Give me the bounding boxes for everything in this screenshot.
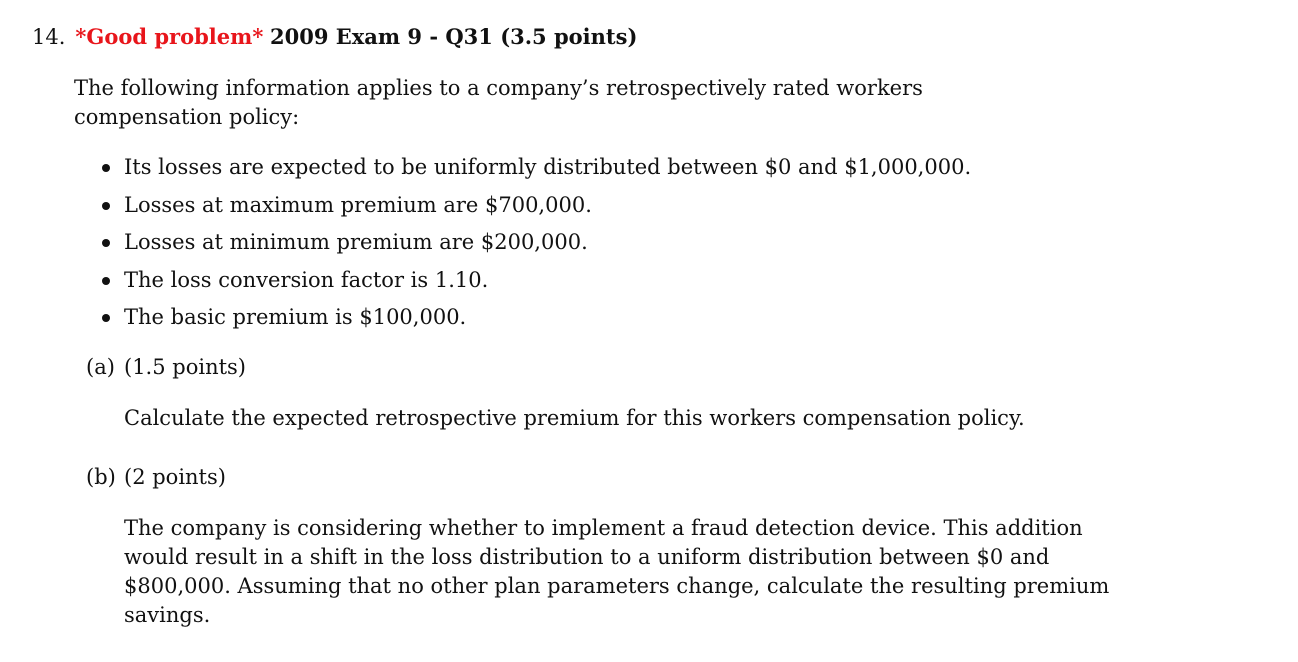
part-a-heading: (a) (1.5 points) bbox=[86, 355, 246, 379]
bullet-icon bbox=[102, 201, 110, 210]
intro-paragraph: The following information applies to a c… bbox=[74, 76, 923, 129]
part-a-letter: (a) bbox=[86, 355, 115, 379]
list-item-text: Its losses are expected to be uniformly … bbox=[124, 155, 972, 179]
problem-title: 2009 Exam 9 - Q31 (3.5 points) bbox=[270, 24, 638, 49]
problem-number: 14. bbox=[32, 25, 66, 49]
part-b-heading: (b) (2 points) bbox=[86, 465, 226, 489]
problem-header: 14. *Good problem* 2009 Exam 9 - Q31 (3.5… bbox=[32, 24, 637, 49]
list-item: Its losses are expected to be uniformly … bbox=[100, 152, 971, 190]
part-a-points: (1.5 points) bbox=[124, 355, 247, 379]
list-item: The basic premium is $100,000. bbox=[100, 302, 971, 340]
good-problem-tag: *Good problem* bbox=[75, 24, 264, 49]
list-item: The loss conversion factor is 1.10. bbox=[100, 265, 971, 303]
list-item-text: Losses at minimum premium are $200,000. bbox=[124, 230, 588, 254]
bullet-icon bbox=[102, 239, 110, 247]
facts-list: Its losses are expected to be uniformly … bbox=[100, 152, 971, 340]
bullet-icon bbox=[102, 314, 110, 322]
list-item-text: Losses at maximum premium are $700,000. bbox=[124, 192, 592, 217]
part-a-question: Calculate the expected retrospective pre… bbox=[124, 406, 1025, 430]
list-item: Losses at minimum premium are $200,000. bbox=[100, 227, 971, 265]
list-item-text: The loss conversion factor is 1.10. bbox=[124, 267, 489, 292]
part-b-points: (2 points) bbox=[124, 465, 226, 489]
part-b-question: The company is considering whether to im… bbox=[124, 516, 1110, 627]
list-item: Losses at maximum premium are $700,000. bbox=[100, 190, 971, 228]
list-item-text: The basic premium is $100,000. bbox=[124, 305, 467, 329]
bullet-icon bbox=[102, 164, 110, 172]
part-b-letter: (b) bbox=[86, 465, 116, 489]
bullet-icon bbox=[102, 276, 110, 285]
